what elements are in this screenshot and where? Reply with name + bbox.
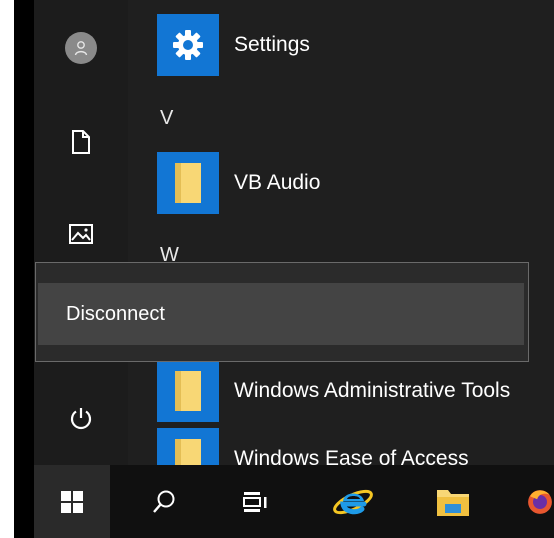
taskbar-file-explorer[interactable] (418, 465, 488, 538)
start-menu: Settings V VB Audio W Windows Administra… (34, 0, 554, 465)
context-menu: Disconnect (35, 262, 529, 362)
rail-item-user[interactable] (34, 24, 128, 72)
taskbar-search-button[interactable] (132, 465, 196, 538)
taskbar-internet-explorer[interactable] (318, 465, 388, 538)
folder-icon (175, 439, 201, 465)
app-tile-vb-audio (157, 152, 219, 214)
pictures-icon (69, 224, 93, 244)
taskbar-firefox[interactable] (518, 465, 554, 538)
rail-item-pictures[interactable] (34, 210, 128, 258)
power-icon (70, 408, 92, 430)
taskbar-task-view-button[interactable] (224, 465, 288, 538)
desktop-screen: Settings V VB Audio W Windows Administra… (0, 0, 554, 538)
app-tile-windows-ease-of-access (157, 428, 219, 465)
search-icon (153, 490, 175, 513)
app-windows-administrative-tools[interactable]: Windows Administrative Tools (157, 360, 510, 422)
file-explorer-icon (437, 489, 469, 516)
app-label-windows-administrative-tools: Windows Administrative Tools (234, 379, 511, 402)
folder-icon (175, 163, 201, 203)
app-label-windows-ease-of-access: Windows Ease of Access (234, 447, 469, 465)
context-item-disconnect-label: Disconnect (66, 302, 165, 325)
internet-explorer-icon (333, 489, 373, 514)
section-header-v[interactable]: V (160, 107, 173, 130)
context-item-disconnect[interactable]: Disconnect (38, 283, 524, 345)
folder-icon (175, 371, 201, 411)
document-icon (72, 130, 90, 154)
app-settings[interactable]: Settings (157, 14, 310, 76)
start-menu-rail (34, 0, 128, 465)
app-label-settings: Settings (234, 33, 310, 56)
rail-item-power[interactable] (34, 394, 128, 442)
screen-edge (14, 0, 34, 538)
firefox-icon (528, 489, 552, 514)
gear-icon (173, 30, 203, 60)
app-label-vb-audio: VB Audio (234, 171, 321, 194)
rail-item-documents[interactable] (34, 118, 128, 166)
windows-logo-icon (61, 490, 83, 513)
app-tile-settings (157, 14, 219, 76)
user-avatar-icon (65, 32, 97, 64)
app-vb-audio[interactable]: VB Audio (157, 152, 320, 214)
app-windows-ease-of-access[interactable]: Windows Ease of Access (157, 428, 469, 465)
task-view-icon (243, 491, 267, 512)
app-tile-windows-administrative-tools (157, 360, 219, 422)
taskbar-start-button[interactable] (34, 465, 110, 538)
taskbar (34, 465, 554, 538)
